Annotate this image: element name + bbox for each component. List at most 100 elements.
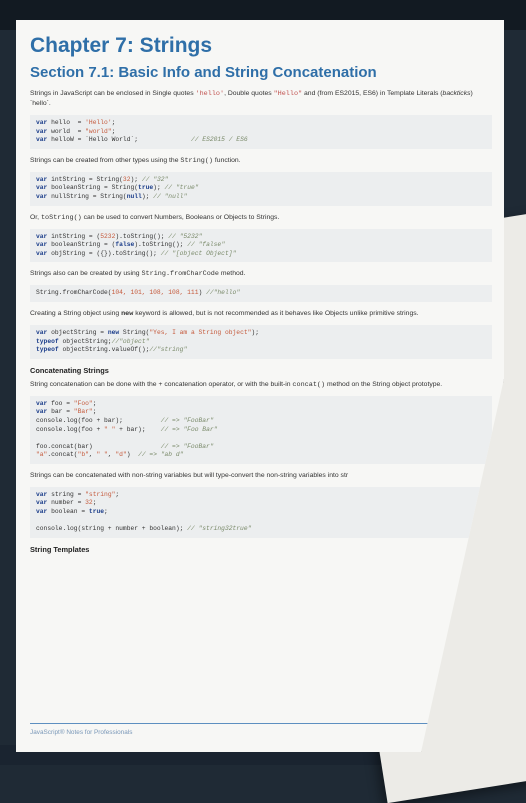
- code-token: ;: [111, 127, 116, 135]
- code-token: console.log(foo + bar);: [36, 416, 161, 424]
- code-token: null: [126, 192, 142, 200]
- code-token: console.log(string + number + boolean);: [36, 525, 188, 533]
- code-token: String(: [119, 328, 150, 336]
- code-line: var booleanString = (false).toString(); …: [36, 241, 486, 250]
- code-line: typeof objectString;//"object": [36, 338, 486, 347]
- code-token: "d": [115, 451, 127, 459]
- code-block-new: var objectString = new String("Yes, I am…: [30, 324, 492, 359]
- code-token: objString = ({}).toString();: [47, 249, 161, 257]
- code-token: boolean =: [47, 508, 89, 516]
- code-line: var objString = ({}).toString(); // "[ob…: [36, 250, 486, 259]
- code-line: var number = 32;: [36, 499, 486, 508]
- code-token: 104, 101, 108, 108, 111: [111, 289, 199, 297]
- code-token: typeof: [36, 337, 59, 345]
- code-token: foo =: [47, 399, 74, 407]
- code-token: //"hello": [206, 289, 241, 297]
- code-token: ).toString();: [134, 241, 188, 249]
- code-token: String.fromCharCode(: [36, 289, 112, 297]
- code-token: //"object": [111, 337, 150, 345]
- code-token: var: [36, 328, 48, 336]
- code-line: "a".concat("b", " ", "d") // => "ab d": [36, 451, 486, 460]
- code-token: );: [153, 184, 165, 192]
- code-token: "Foo": [73, 399, 93, 407]
- subheading-concatenating: Concatenating Strings: [30, 365, 109, 375]
- code-token: var: [36, 232, 48, 240]
- para-text: Creating a String object using: [30, 309, 122, 317]
- double-quote-example: "Hello": [273, 90, 303, 98]
- intro-paragraph: Strings in JavaScript can be enclosed in…: [30, 89, 492, 109]
- para-text: Strings also can be created by using: [30, 270, 142, 278]
- code-token: booleanString = String(: [47, 184, 139, 192]
- code-token: // "true": [164, 184, 199, 192]
- code-token: 32: [85, 499, 93, 507]
- code-token: objectString;: [58, 337, 112, 345]
- code-line: var helloW = `Hello World`; // ES2015 / …: [36, 136, 486, 145]
- code-token: // => "FooBar": [160, 442, 214, 450]
- code-token: "Bar": [73, 408, 93, 416]
- code-token: var: [36, 119, 48, 126]
- code-token: ;: [111, 119, 116, 126]
- para-text: String concatenation can be done with th…: [30, 380, 293, 388]
- code-block-string-function: var intString = String(32); // "32" var b…: [30, 171, 492, 206]
- code-token: var: [36, 490, 48, 498]
- code-token: var: [36, 241, 48, 249]
- inline-code: String(): [180, 156, 214, 165]
- code-block-concat: var foo = "Foo"; var bar = "Bar"; console.…: [30, 395, 492, 464]
- para-text: can be used to convert Numbers, Booleans…: [81, 213, 280, 221]
- code-line: var booleanString = String(true); // "tr…: [36, 184, 486, 193]
- single-quote-example: 'hello': [195, 90, 225, 98]
- code-token: " ": [96, 451, 108, 459]
- code-token: "Yes, I am a String object": [149, 328, 252, 336]
- code-line: console.log(foo + " " + bar); // => "Foo…: [36, 426, 486, 435]
- code-block-type-convert: var string = "string"; var number = 32; va…: [30, 486, 492, 538]
- code-line: var intString = String(32); // "32": [36, 176, 486, 185]
- code-token: // => "Foo Bar": [160, 425, 218, 433]
- subheading-templates: String Templates: [30, 544, 90, 554]
- inline-code: new: [121, 309, 134, 318]
- new-keyword-paragraph: Creating a String object using new keywo…: [30, 309, 492, 319]
- code-token: console.log(foo +: [36, 425, 105, 433]
- code-token: );: [141, 192, 154, 200]
- code-token: .concat(: [47, 451, 78, 459]
- chapter-title: Chapter 7: Strings: [30, 34, 213, 57]
- code-token: true: [88, 508, 105, 516]
- code-token: objectString =: [47, 328, 108, 336]
- code-token: nullString = String(: [47, 192, 127, 200]
- code-token: ): [198, 289, 207, 297]
- code-token: "a": [36, 451, 48, 459]
- para-text: method.: [218, 270, 246, 278]
- code-token: var: [36, 499, 48, 507]
- code-line: console.log(string + number + boolean); …: [36, 525, 486, 534]
- code-line: String.fromCharCode(104, 101, 108, 108, …: [36, 289, 486, 298]
- section-title: Section 7.1: Basic Info and String Conca…: [30, 64, 377, 81]
- code-token: // => "FooBar": [160, 416, 214, 424]
- code-line: console.log(foo + bar); // => "FooBar": [36, 417, 486, 426]
- code-line: var boolean = true;: [36, 508, 486, 517]
- code-token: true: [138, 184, 154, 192]
- code-token: bar =: [47, 408, 74, 416]
- code-token: var: [36, 192, 48, 200]
- code-token: var: [36, 399, 48, 407]
- code-line: var string = "string";: [36, 491, 486, 500]
- code-token: typeof: [36, 346, 59, 354]
- string-function-paragraph: Strings can be created from other types …: [30, 156, 492, 166]
- code-token: intString = (: [47, 232, 101, 240]
- code-token: ).toString();: [115, 232, 169, 240]
- para-text: Strings can be created from other types …: [30, 156, 181, 164]
- code-token: ;: [92, 499, 97, 507]
- tostring-paragraph: Or, toString() can be used to convert Nu…: [30, 213, 492, 223]
- code-token: var: [36, 184, 48, 192]
- code-token: 5232: [100, 232, 116, 240]
- para-text: Or,: [30, 213, 41, 221]
- code-token: string =: [47, 490, 86, 498]
- code-block-declare: var hello = 'Hello'; var world = "world";…: [30, 115, 492, 149]
- fromcharcode-paragraph: Strings also can be created by using Str…: [30, 269, 492, 279]
- document-page: Chapter 7: Strings Section 7.1: Basic In…: [16, 20, 504, 752]
- code-token: false: [115, 241, 135, 249]
- code-token: "b": [77, 451, 89, 459]
- code-line: var foo = "Foo";: [36, 400, 486, 409]
- inline-code: toString(): [40, 213, 82, 222]
- code-token: booleanString = (: [47, 241, 116, 249]
